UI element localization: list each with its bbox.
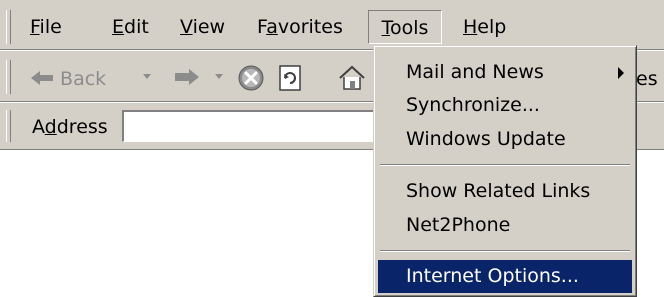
menu-item-net2phone[interactable]: Net2Phone — [378, 209, 632, 242]
menu-favorites-pre: F — [257, 16, 267, 38]
submenu-arrow-icon — [618, 67, 624, 79]
menu-bar: File Edit View Favorites Tools Help — [0, 4, 664, 48]
menu-separator — [380, 164, 630, 166]
menu-separator — [380, 250, 630, 252]
menu-favorites[interactable]: Favorites — [257, 10, 343, 44]
menu-view[interactable]: View — [180, 10, 225, 44]
menu-item-show-related-links[interactable]: Show Related Links — [378, 175, 632, 208]
synchronize-label: Synchronize... — [406, 94, 540, 116]
tools-menu-dropdown: Mail and News Synchronize... Windows Upd… — [373, 45, 637, 297]
menu-file[interactable]: File — [30, 10, 62, 44]
menu-item-internet-options[interactable]: Internet Options... — [378, 260, 632, 293]
menu-tools-mnemonic: T — [381, 17, 390, 39]
refresh-icon[interactable] — [276, 64, 304, 92]
menu-view-rest: iew — [192, 16, 226, 38]
back-arrow-icon — [31, 71, 53, 85]
back-dropdown-arrow-icon[interactable] — [141, 70, 153, 82]
menu-favorites-rest: vorites — [277, 16, 343, 38]
windows-update-label: Windows Update — [406, 128, 566, 150]
menu-help-mnemonic: H — [463, 16, 478, 38]
forward-arrow-icon[interactable] — [174, 66, 200, 88]
menu-favorites-mnemonic: a — [266, 16, 278, 38]
menu-item-windows-update[interactable]: Windows Update — [378, 123, 632, 156]
menu-item-mail-and-news[interactable]: Mail and News — [378, 56, 632, 89]
menu-item-synchronize[interactable]: Synchronize... — [378, 89, 632, 122]
menu-view-mnemonic: V — [180, 16, 193, 38]
back-label: Back — [60, 68, 107, 90]
menu-file-mnemonic: F — [30, 16, 40, 38]
back-button[interactable]: Back — [30, 62, 106, 96]
forward-dropdown-arrow-icon[interactable] — [213, 70, 225, 82]
menu-edit-mnemonic: E — [112, 16, 125, 38]
toolbar-grip[interactable] — [6, 60, 11, 94]
internet-options-label: Internet Options... — [406, 265, 579, 287]
menu-edit-rest: dit — [124, 16, 149, 38]
menu-edit[interactable]: Edit — [112, 10, 149, 44]
home-icon[interactable] — [338, 64, 366, 92]
address-label-rest: dress — [56, 116, 108, 138]
show-related-links-label: Show Related Links — [406, 180, 591, 202]
net2phone-label: Net2Phone — [406, 214, 511, 236]
menu-help[interactable]: Help — [463, 10, 506, 44]
address-label-pre: A — [32, 116, 45, 138]
stop-icon[interactable] — [237, 64, 265, 92]
menu-help-rest: elp — [477, 16, 507, 38]
mail-and-news-label: Mail and News — [406, 61, 544, 83]
toolbar-overflow-text: es — [636, 68, 658, 90]
address-label-mnemonic: d — [44, 116, 57, 138]
addressbar-grip[interactable] — [6, 110, 11, 142]
menu-tools-rest: ools — [389, 17, 429, 39]
menu-file-rest: ile — [39, 16, 62, 38]
address-label: Address — [32, 112, 108, 142]
menubar-grip[interactable] — [6, 10, 11, 44]
menu-tools[interactable]: Tools — [368, 10, 442, 44]
